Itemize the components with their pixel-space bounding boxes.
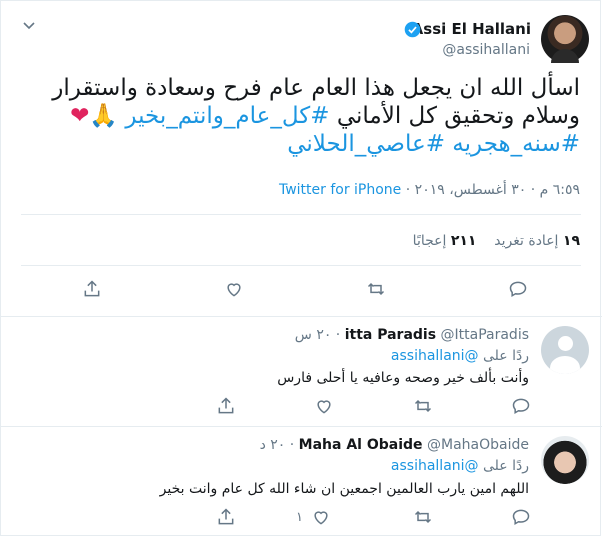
tweet-text-line2: وسلام وتحقيق كل الأماني #كل_عام_وانتم_بخ… xyxy=(40,102,580,130)
reply-icon xyxy=(509,281,527,297)
pray-emoji-icon: 🙏 xyxy=(89,103,119,129)
retweets-stat[interactable]: ١٩ إعادة تغريد xyxy=(494,233,580,249)
reply-button[interactable] xyxy=(511,396,531,416)
author-avatar[interactable] xyxy=(541,15,589,63)
replying-to: ردًا على @assihallani xyxy=(390,458,529,474)
reply-icon xyxy=(512,398,530,414)
author-name[interactable]: Assi El Hallani xyxy=(412,20,531,38)
heart-emoji-icon: ❤ xyxy=(70,103,90,129)
reply-author-handle[interactable]: @IttaParadis xyxy=(441,327,529,343)
like-button[interactable] xyxy=(314,396,342,416)
replying-to-handle[interactable]: @assihallani xyxy=(391,348,479,364)
tweet-text-line3: #سنه_هجريه #عاصي_الحلاني xyxy=(40,130,580,158)
divider xyxy=(21,214,581,215)
author-handle[interactable]: @assihallani xyxy=(442,42,530,58)
reply-text: اللهم امين يارب العالمين اجمعين ان شاء ا… xyxy=(159,481,529,497)
reply-avatar[interactable] xyxy=(541,436,589,484)
reply-author-name[interactable]: Maha Al Obaide xyxy=(299,437,423,453)
reply-button[interactable] xyxy=(511,507,531,527)
share-icon xyxy=(218,508,234,525)
reply-avatar[interactable] xyxy=(541,326,589,374)
share-icon xyxy=(84,280,100,297)
reply-time[interactable]: ٢٠ د xyxy=(260,437,286,453)
chevron-down-icon[interactable] xyxy=(23,20,35,32)
retweet-icon xyxy=(414,510,432,524)
reply-text: وأنت بألف خير وصحه وعافيه يا أحلى فارس xyxy=(277,370,529,386)
reply-header: itta Paradis @IttaParadis · ٢٠ س xyxy=(294,327,529,343)
reply-time[interactable]: ٢٠ س xyxy=(295,327,332,343)
like-icon xyxy=(317,400,331,414)
hashtag-link[interactable]: #سنه_هجريه xyxy=(452,131,580,157)
reply-actions: ١ xyxy=(0,507,602,529)
divider xyxy=(0,426,602,427)
hashtag-link[interactable]: #كل_عام_وانتم_بخير xyxy=(125,103,329,129)
divider xyxy=(21,265,581,266)
share-button[interactable] xyxy=(216,396,236,416)
like-button[interactable] xyxy=(224,279,244,299)
verified-badge-icon xyxy=(404,21,421,38)
tweet-text-plain: وسلام وتحقيق كل الأماني xyxy=(329,103,580,129)
reply-button[interactable] xyxy=(508,279,528,299)
reply-header: Maha Al Obaide @MahaObaide · ٢٠ د xyxy=(259,437,529,453)
retweet-button[interactable] xyxy=(413,507,433,527)
like-icon xyxy=(314,511,328,525)
like-count: ١ xyxy=(296,509,303,525)
tweet-text-line1: اسأل الله ان يجعل هذا العام عام فرح وسعا… xyxy=(52,75,580,101)
tweet-timestamp[interactable]: ٦:٥٩ م · ٣٠ أغسطس، ٢٠١٩ · xyxy=(401,182,580,198)
tweet-text: اسأل الله ان يجعل هذا العام عام فرح وسعا… xyxy=(40,74,580,158)
tweet-actions xyxy=(0,279,602,301)
retweet-button[interactable] xyxy=(413,396,433,416)
share-icon xyxy=(218,397,234,414)
replying-to: ردًا على @assihallani xyxy=(390,348,529,364)
likes-stat[interactable]: ٢١١ إعجابًا xyxy=(413,233,477,249)
tweet-source[interactable]: Twitter for iPhone xyxy=(279,182,401,198)
retweet-icon xyxy=(367,282,385,296)
share-button[interactable] xyxy=(82,279,102,299)
replying-to-handle[interactable]: @assihallani xyxy=(391,458,479,474)
divider xyxy=(0,316,602,317)
reply-author-name[interactable]: itta Paradis xyxy=(345,327,436,343)
retweet-icon xyxy=(414,399,432,413)
reply-icon xyxy=(512,509,530,525)
like-button[interactable]: ١ xyxy=(296,507,331,527)
tweet-stats: ١٩ إعادة تغريد ٢١١ إعجابًا xyxy=(413,233,580,249)
reply-author-handle[interactable]: @MahaObaide xyxy=(427,437,529,453)
hashtag-link[interactable]: #عاصي_الحلاني xyxy=(287,131,445,157)
retweet-button[interactable] xyxy=(366,279,386,299)
reply-actions xyxy=(0,396,602,418)
like-icon xyxy=(227,283,241,297)
share-button[interactable] xyxy=(216,507,236,527)
tweet-meta: ٦:٥٩ م · ٣٠ أغسطس، ٢٠١٩ · Twitter for iP… xyxy=(279,182,580,198)
